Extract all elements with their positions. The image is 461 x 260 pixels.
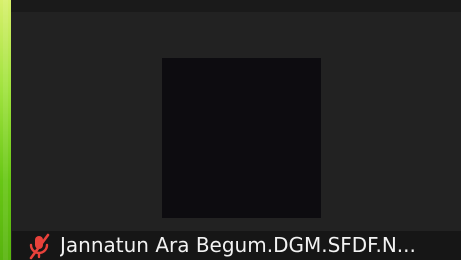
participant-name: Jannatun Ara Begum.DGM.SFDF.N... (60, 233, 416, 257)
mic-muted-icon (29, 233, 50, 259)
active-speaker-border (0, 0, 11, 260)
participant-name-bar: Jannatun Ara Begum.DGM.SFDF.N... (12, 231, 461, 260)
tile-top-strip (0, 0, 461, 12)
participant-video-tile[interactable]: Jannatun Ara Begum.DGM.SFDF.N... (0, 0, 461, 260)
participant-avatar (162, 58, 321, 218)
